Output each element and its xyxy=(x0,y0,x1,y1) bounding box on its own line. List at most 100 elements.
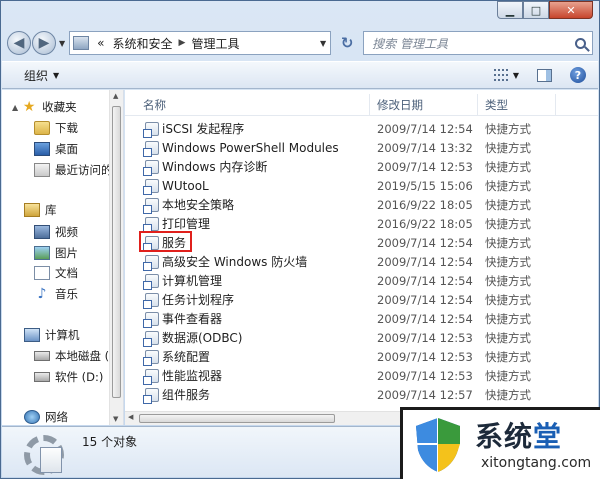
scrollbar-thumb[interactable] xyxy=(112,106,121,398)
nav-item-libraries[interactable]: 库 xyxy=(24,202,57,218)
file-row-services[interactable]: 服务 2009/7/14 12:54 快捷方式 xyxy=(125,233,598,252)
shortcut-icon xyxy=(143,159,159,176)
scroll-left-icon[interactable]: ◀ xyxy=(128,413,133,421)
file-name: 本地安全策略 xyxy=(162,198,235,212)
column-divider[interactable] xyxy=(477,94,478,116)
network-icon xyxy=(24,410,40,424)
file-row[interactable]: Windows 内存诊断 2009/7/14 12:53 快捷方式 xyxy=(125,157,598,176)
control-panel-icon xyxy=(73,36,90,50)
command-bar-right: ▼ ? xyxy=(493,67,586,83)
file-date: 2016/9/22 18:05 xyxy=(377,216,473,231)
file-row[interactable]: 计算机管理 2009/7/14 12:54 快捷方式 xyxy=(125,271,598,290)
file-name: 数据源(ODBC) xyxy=(162,331,243,345)
file-name: 组件服务 xyxy=(162,388,211,402)
organize-button[interactable]: 组织 ▼ xyxy=(24,67,59,84)
file-date: 2009/7/14 12:53 xyxy=(377,330,473,345)
file-row[interactable]: WUtooL 2019/5/15 15:06 快捷方式 xyxy=(125,176,598,195)
nav-item-videos[interactable]: 视频 xyxy=(34,224,78,240)
library-icon xyxy=(24,203,40,217)
file-row[interactable]: 高级安全 Windows 防火墙 2009/7/14 12:54 快捷方式 xyxy=(125,252,598,271)
column-header-name[interactable]: 名称 xyxy=(143,97,166,113)
nav-item-drive-d[interactable]: 软件 (D:) xyxy=(34,369,103,385)
file-type: 快捷方式 xyxy=(485,330,531,345)
nav-item-local-disk-c[interactable]: 本地磁盘 (C xyxy=(34,348,117,364)
organize-label: 组织 xyxy=(24,68,49,83)
file-type: 快捷方式 xyxy=(485,140,531,155)
file-row[interactable]: 任务计划程序 2009/7/14 12:54 快捷方式 xyxy=(125,290,598,309)
nav-item-label: 下载 xyxy=(55,121,78,135)
help-icon[interactable]: ? xyxy=(570,67,586,83)
address-bar[interactable]: « 系统和安全 ▶ 管理工具 ▼ xyxy=(69,31,332,55)
back-button[interactable]: ◀ xyxy=(7,31,31,55)
file-row[interactable]: 本地安全策略 2016/9/22 18:05 快捷方式 xyxy=(125,195,598,214)
recent-pages-chevron-icon[interactable]: ▼ xyxy=(59,39,65,48)
nav-item-label: 最近访问的 xyxy=(55,163,113,177)
search-input[interactable]: 搜索 管理工具 xyxy=(363,31,593,55)
scroll-down-icon[interactable]: ▼ xyxy=(113,415,118,423)
command-bar: 组织 ▼ ▼ ? xyxy=(2,61,598,89)
change-view-icon[interactable] xyxy=(493,69,508,81)
scroll-up-icon[interactable]: ▲ xyxy=(113,92,118,100)
nav-item-favorites[interactable]: ▲ ★ 收藏夹 xyxy=(12,99,77,115)
horizontal-scrollbar-thumb[interactable] xyxy=(139,414,335,423)
minimize-button[interactable]: ▁ xyxy=(497,1,523,19)
nav-item-computer[interactable]: 计算机 xyxy=(24,327,80,343)
file-row[interactable]: 系统配置 2009/7/14 12:53 快捷方式 xyxy=(125,347,598,366)
close-button[interactable]: ✕ xyxy=(549,1,593,19)
file-row[interactable]: 性能监视器 2009/7/14 12:53 快捷方式 xyxy=(125,366,598,385)
watermark-title-accent: 堂 xyxy=(533,420,563,453)
file-row[interactable]: 组件服务 2009/7/14 12:57 快捷方式 xyxy=(125,385,598,404)
watermark-title: 系统堂 xyxy=(475,415,562,455)
expand-chevron-icon[interactable]: ▲ xyxy=(12,103,18,112)
column-header-type[interactable]: 类型 xyxy=(485,97,508,113)
forward-button[interactable]: ▶ xyxy=(32,31,56,55)
shortcut-icon xyxy=(143,121,159,138)
preview-pane-icon[interactable] xyxy=(537,68,552,82)
nav-item-recent[interactable]: 最近访问的 xyxy=(34,162,113,178)
nav-item-pictures[interactable]: 图片 xyxy=(34,245,78,261)
maximize-button[interactable]: □ xyxy=(523,1,549,19)
file-name: WUtooL xyxy=(162,178,209,193)
view-options-chevron-icon[interactable]: ▼ xyxy=(513,71,519,80)
shortcut-icon xyxy=(143,311,159,328)
file-name: 计算机管理 xyxy=(162,274,223,288)
column-divider[interactable] xyxy=(555,94,556,116)
nav-item-network[interactable]: 网络 xyxy=(24,409,68,425)
file-date: 2009/7/14 12:57 xyxy=(377,387,473,402)
file-type: 快捷方式 xyxy=(485,368,531,383)
file-type: 快捷方式 xyxy=(485,121,531,136)
nav-item-label: 计算机 xyxy=(45,328,80,342)
refresh-button[interactable]: ↻ xyxy=(335,31,359,55)
file-type: 快捷方式 xyxy=(485,311,531,326)
file-row[interactable]: 打印管理 2016/9/22 18:05 快捷方式 xyxy=(125,214,598,233)
video-library-icon xyxy=(34,225,50,239)
file-type: 快捷方式 xyxy=(485,235,531,250)
file-type: 快捷方式 xyxy=(485,197,531,212)
column-header-date[interactable]: 修改日期 xyxy=(377,97,423,113)
file-date: 2009/7/14 13:32 xyxy=(377,140,473,155)
breadcrumb-separator-icon[interactable]: ▶ xyxy=(179,38,186,48)
breadcrumb-overflow[interactable]: « xyxy=(97,36,104,50)
shortcut-icon xyxy=(143,292,159,309)
column-divider[interactable] xyxy=(369,94,370,116)
address-dropdown-icon[interactable]: ▼ xyxy=(316,39,330,48)
breadcrumb-admin-tools[interactable]: 管理工具 xyxy=(191,35,239,52)
nav-item-documents[interactable]: 文档 xyxy=(34,265,78,281)
file-type: 快捷方式 xyxy=(485,273,531,288)
file-row[interactable]: iSCSI 发起程序 2009/7/14 12:54 快捷方式 xyxy=(125,119,598,138)
file-type: 快捷方式 xyxy=(485,254,531,269)
file-row[interactable]: 数据源(ODBC) 2009/7/14 12:53 快捷方式 xyxy=(125,328,598,347)
nav-item-downloads[interactable]: 下载 xyxy=(34,120,78,136)
organize-chevron-icon: ▼ xyxy=(53,70,60,80)
nav-item-desktop[interactable]: 桌面 xyxy=(34,141,78,157)
file-name: 打印管理 xyxy=(162,217,211,231)
file-row[interactable]: Windows PowerShell Modules 2009/7/14 13:… xyxy=(125,138,598,157)
breadcrumb-system-security[interactable]: 系统和安全 xyxy=(113,35,173,52)
file-row[interactable]: 事件查看器 2009/7/14 12:54 快捷方式 xyxy=(125,309,598,328)
watermark-url: xitongtang.com xyxy=(481,455,592,471)
nav-item-label: 桌面 xyxy=(55,142,78,156)
drive-icon xyxy=(34,372,50,382)
nav-item-label: 视频 xyxy=(55,225,78,239)
nav-vertical-scrollbar[interactable]: ▲ ▼ xyxy=(109,90,123,425)
nav-item-music[interactable]: ♪ 音乐 xyxy=(34,286,78,302)
